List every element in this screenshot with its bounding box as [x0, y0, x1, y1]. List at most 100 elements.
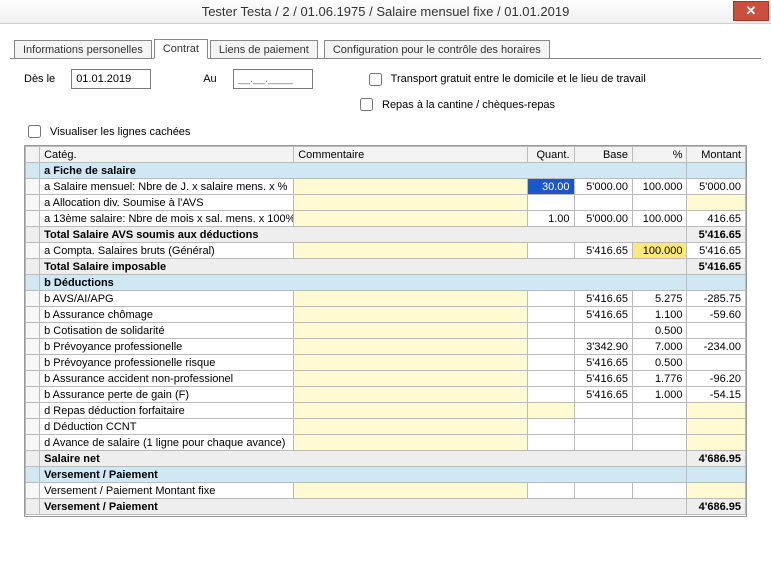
cell[interactable] — [26, 371, 40, 387]
cell[interactable] — [574, 403, 632, 419]
col-base[interactable]: Base — [574, 147, 632, 163]
cell[interactable]: b Assurance perte de gain (F) — [40, 387, 294, 403]
cell[interactable] — [633, 483, 687, 499]
cell[interactable] — [294, 195, 528, 211]
cell[interactable] — [294, 307, 528, 323]
table-row[interactable]: a Allocation div. Soumise à l'AVS — [26, 195, 746, 211]
cell[interactable] — [687, 435, 746, 451]
cell[interactable] — [294, 483, 528, 499]
cell[interactable]: 3'342.90 — [574, 339, 632, 355]
cell[interactable] — [528, 291, 574, 307]
cell[interactable]: d Repas déduction forfaitaire — [40, 403, 294, 419]
table-row[interactable]: b Assurance accident non-professionel 5'4… — [26, 371, 746, 387]
cell[interactable] — [294, 211, 528, 227]
col-commentaire[interactable]: Commentaire — [294, 147, 528, 163]
cell[interactable] — [687, 403, 746, 419]
col-quant[interactable]: Quant. — [528, 147, 574, 163]
table-row[interactable]: b Assurance chômage 5'416.651.100-59.60 — [26, 307, 746, 323]
cell[interactable] — [294, 323, 528, 339]
hidden-lines-checkbox[interactable] — [28, 125, 41, 138]
cell[interactable]: 5'416.65 — [574, 307, 632, 323]
cell[interactable] — [633, 195, 687, 211]
table-row[interactable]: Salaire net4'686.95 — [26, 451, 746, 467]
cell[interactable] — [687, 323, 746, 339]
cell[interactable]: 1.100 — [633, 307, 687, 323]
cell[interactable] — [687, 467, 746, 483]
cell[interactable]: 5.275 — [633, 291, 687, 307]
cell[interactable]: 5'416.65 — [574, 371, 632, 387]
cell[interactable]: a Allocation div. Soumise à l'AVS — [40, 195, 294, 211]
cell[interactable]: 416.65 — [687, 211, 746, 227]
cell[interactable]: -285.75 — [687, 291, 746, 307]
cell[interactable] — [294, 355, 528, 371]
cell[interactable] — [574, 419, 632, 435]
table-row[interactable]: Total Salaire imposable5'416.65 — [26, 259, 746, 275]
cell[interactable] — [633, 435, 687, 451]
cell[interactable] — [26, 323, 40, 339]
close-button[interactable]: ✕ — [733, 1, 769, 21]
cell[interactable] — [687, 275, 746, 291]
table-row[interactable]: Versement / Paiement — [26, 467, 746, 483]
cell[interactable] — [294, 291, 528, 307]
cell[interactable]: 5'000.00 — [574, 179, 632, 195]
cell[interactable] — [528, 419, 574, 435]
cell[interactable]: 1.00 — [528, 211, 574, 227]
cell[interactable] — [26, 435, 40, 451]
cell[interactable] — [574, 323, 632, 339]
table-row[interactable]: d Avance de salaire (1 ligne pour chaque… — [26, 435, 746, 451]
transport-checkbox[interactable] — [369, 73, 382, 86]
meal-checkbox[interactable] — [360, 98, 373, 111]
cell[interactable] — [26, 339, 40, 355]
table-row[interactable]: Total Salaire AVS soumis aux déductions5… — [26, 227, 746, 243]
table-row[interactable]: b Assurance perte de gain (F)5'416.651.0… — [26, 387, 746, 403]
cell[interactable] — [687, 163, 746, 179]
cell[interactable] — [528, 195, 574, 211]
cell[interactable]: b Assurance chômage — [40, 307, 294, 323]
cell[interactable] — [26, 227, 40, 243]
cell[interactable] — [26, 451, 40, 467]
cell[interactable] — [528, 355, 574, 371]
cell[interactable]: a Fiche de salaire — [40, 163, 687, 179]
cell[interactable]: b Déductions — [40, 275, 687, 291]
cell[interactable] — [528, 435, 574, 451]
cell[interactable] — [294, 179, 528, 195]
cell[interactable] — [574, 483, 632, 499]
cell[interactable] — [26, 403, 40, 419]
cell[interactable]: Versement / Paiement — [40, 499, 687, 515]
cell[interactable] — [528, 403, 574, 419]
cell[interactable] — [294, 339, 528, 355]
cell[interactable]: 100.000 — [633, 179, 687, 195]
cell[interactable] — [294, 371, 528, 387]
cell[interactable] — [26, 387, 40, 403]
tab-config-horaires[interactable]: Configuration pour le contrôle des horai… — [324, 40, 550, 59]
cell[interactable]: 1.000 — [633, 387, 687, 403]
table-row[interactable]: d Repas déduction forfaitaire — [26, 403, 746, 419]
cell[interactable]: b Assurance accident non-professionel — [40, 371, 294, 387]
cell[interactable] — [26, 467, 40, 483]
table-row[interactable]: Versement / Paiement4'686.95 — [26, 499, 746, 515]
table-row[interactable]: b Prévoyance professionelle3'342.907.000… — [26, 339, 746, 355]
cell[interactable]: 30.00 — [528, 179, 574, 195]
tab-info-perso[interactable]: Informations personelles — [14, 40, 152, 59]
table-row[interactable]: Versement / Paiement Montant fixe — [26, 483, 746, 499]
cell[interactable] — [26, 259, 40, 275]
cell[interactable]: d Déduction CCNT — [40, 419, 294, 435]
cell[interactable]: -54.15 — [687, 387, 746, 403]
cell[interactable]: 100.000 — [633, 211, 687, 227]
cell[interactable]: 4'686.95 — [687, 451, 746, 467]
cell[interactable] — [26, 275, 40, 291]
cell[interactable]: a Salaire mensuel: Nbre de J. x salaire … — [40, 179, 294, 195]
cell[interactable] — [528, 243, 574, 259]
table-row[interactable]: a Salaire mensuel: Nbre de J. x salaire … — [26, 179, 746, 195]
salary-grid[interactable]: Catég. Commentaire Quant. Base % Montant… — [24, 145, 747, 517]
table-row[interactable]: a Compta. Salaires bruts (Général)5'416.… — [26, 243, 746, 259]
col-montant[interactable]: Montant — [687, 147, 746, 163]
cell[interactable]: -59.60 — [687, 307, 746, 323]
cell[interactable] — [633, 419, 687, 435]
table-row[interactable]: d Déduction CCNT — [26, 419, 746, 435]
cell[interactable]: 5'000.00 — [574, 211, 632, 227]
cell[interactable] — [294, 419, 528, 435]
cell[interactable] — [574, 435, 632, 451]
cell[interactable] — [528, 307, 574, 323]
cell[interactable] — [528, 387, 574, 403]
